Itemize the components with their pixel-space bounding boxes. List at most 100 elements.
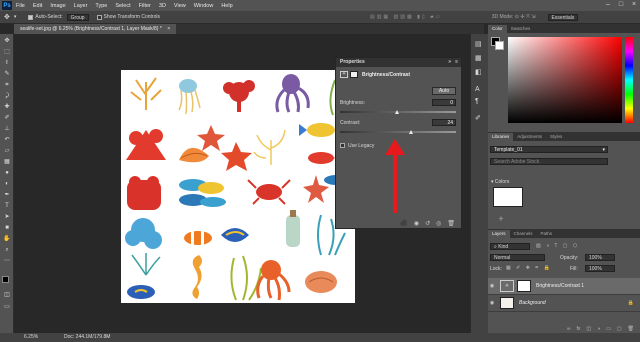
mask-icon[interactable] (350, 71, 358, 78)
tab-styles[interactable]: Styles (546, 133, 566, 141)
trash-icon[interactable]: 🗑 (447, 220, 455, 227)
contrast-field[interactable]: 24 (432, 119, 456, 126)
gradient-tool-icon[interactable]: ▦ (3, 159, 11, 166)
close-tab-icon[interactable]: × (167, 26, 170, 32)
opacity-field[interactable]: 100% (585, 254, 615, 261)
history-panel-icon[interactable]: ▤ (475, 40, 482, 48)
contrast-slider-thumb[interactable] (409, 130, 413, 134)
blur-tool-icon[interactable]: ● (3, 170, 11, 177)
history-brush-tool-icon[interactable]: ↶ (3, 137, 11, 144)
move-tool-icon[interactable]: ✥ (3, 38, 11, 45)
menu-layer[interactable]: Layer (74, 3, 88, 9)
workspace-dropdown[interactable]: Essentials (547, 13, 579, 21)
menu-type[interactable]: Type (95, 3, 107, 9)
menu-help[interactable]: Help (221, 3, 232, 9)
character-panel-icon[interactable]: A (475, 86, 480, 93)
menu-edit[interactable]: Edit (33, 3, 42, 9)
maximize-icon[interactable]: □ (617, 1, 625, 9)
document-tab[interactable]: sealife-set.jpg @ 6.25% (Brightness/Cont… (14, 24, 177, 34)
tab-layers[interactable]: Layers (488, 230, 510, 238)
brush-tool-icon[interactable]: ✐ (3, 115, 11, 122)
zoom-level[interactable]: 6.25% (24, 333, 38, 342)
color-field[interactable] (508, 37, 622, 123)
brush-panel-icon[interactable]: ✐ (475, 114, 481, 122)
layer-filter-dropdown[interactable]: ⌕ Kind (490, 243, 530, 250)
chevron-down-icon[interactable]: ▾ (14, 14, 17, 20)
hand-tool-icon[interactable]: ✋ (3, 236, 11, 243)
menu-window[interactable]: Window (194, 3, 214, 9)
fill-field[interactable]: 100% (585, 265, 615, 272)
layer-row[interactable]: ◉ Background 🔒 (488, 295, 640, 312)
adjustments-panel-icon[interactable]: ◧ (475, 68, 482, 76)
menu-image[interactable]: Image (50, 3, 65, 9)
add-mask-icon[interactable]: ◫ (586, 326, 591, 332)
hue-slider[interactable] (625, 37, 633, 123)
colors-group-label[interactable]: ▾ Colors (491, 179, 509, 185)
eye-icon[interactable]: ◉ (488, 300, 496, 306)
collapse-icon[interactable]: » (448, 58, 451, 67)
crop-tool-icon[interactable]: ⌗ (3, 82, 11, 89)
rectangle-tool-icon[interactable]: ■ (3, 225, 11, 232)
contrast-slider[interactable] (340, 131, 456, 133)
stamp-tool-icon[interactable]: ⊥ (3, 126, 11, 133)
layer-name[interactable]: Brightness/Contrast 1 (536, 283, 584, 289)
move-tool-icon[interactable]: ✥ (4, 13, 10, 21)
align-icons[interactable]: ▤▥▦ ▧▨▩ ▮▯ ▰▱ (370, 14, 442, 20)
panel-menu-icon[interactable]: ≡ (455, 58, 458, 67)
lasso-tool-icon[interactable]: ℓ (3, 60, 11, 67)
reset-icon[interactable]: ↺ (425, 220, 430, 227)
library-search-input[interactable]: Search Adobe Stock (490, 158, 608, 165)
use-legacy-checkbox[interactable] (340, 143, 345, 148)
properties-panel-icon[interactable]: ▦ (475, 54, 482, 62)
blend-mode-dropdown[interactable]: Normal (490, 254, 545, 261)
auto-button[interactable]: Auto (432, 87, 456, 95)
new-group-icon[interactable]: ▭ (606, 326, 611, 332)
new-layer-icon[interactable]: ▢ (617, 326, 622, 332)
library-color-swatch[interactable] (493, 187, 523, 207)
path-select-tool-icon[interactable]: ➤ (3, 214, 11, 221)
eyedropper-tool-icon[interactable]: ⤸ (3, 93, 11, 100)
paragraph-panel-icon[interactable]: ¶ (475, 98, 479, 105)
healing-tool-icon[interactable]: ✚ (3, 104, 11, 111)
view-previous-icon[interactable]: ◉ (414, 220, 419, 227)
brightness-slider-thumb[interactable] (395, 110, 399, 114)
eye-icon[interactable]: ◉ (488, 283, 496, 289)
zoom-tool-icon[interactable]: ⌕ (3, 247, 11, 254)
tab-color[interactable]: Color (488, 25, 507, 33)
library-dropdown[interactable]: Template_01 ▾ (490, 146, 608, 153)
screen-mode-icon[interactable]: ▭ (3, 304, 11, 311)
menu-view[interactable]: View (174, 3, 186, 9)
marquee-tool-icon[interactable]: ⬚ (3, 49, 11, 56)
tab-libraries[interactable]: Libraries (488, 133, 514, 141)
new-adjustment-icon[interactable]: ◑ (597, 326, 600, 332)
document-canvas[interactable] (121, 70, 355, 303)
tab-channels[interactable]: Channels (510, 230, 537, 238)
trash-icon[interactable]: 🗑 (628, 326, 634, 332)
visibility-icon[interactable]: ◎ (436, 220, 441, 227)
menu-file[interactable]: File (16, 3, 25, 9)
transform-controls-checkbox[interactable] (96, 14, 102, 20)
quick-select-tool-icon[interactable]: ✎ (3, 71, 11, 78)
layer-mask-thumbnail[interactable] (517, 280, 531, 292)
type-tool-icon[interactable]: T (3, 203, 11, 210)
3d-mode-icons[interactable]: 3D Mode: ⊙ ✢ ⤧ ⇲ (492, 14, 536, 20)
more-tools-icon[interactable]: ⋯ (3, 258, 11, 265)
tab-adjustments[interactable]: Adjustments (513, 133, 546, 141)
chevron-right-icon[interactable]: › (106, 333, 108, 342)
brightness-field[interactable]: 0 (432, 99, 456, 106)
layer-row[interactable]: ◉ ☀ Brightness/Contrast 1 (488, 278, 640, 295)
layer-name[interactable]: Background (519, 300, 546, 306)
menu-select[interactable]: Select (115, 3, 130, 9)
menu-filter[interactable]: Filter (139, 3, 151, 9)
auto-select-dropdown[interactable]: Group (66, 13, 89, 21)
background-color-swatch[interactable] (495, 41, 504, 50)
fx-icon[interactable]: fx (577, 326, 581, 332)
menu-3d[interactable]: 3D (159, 3, 166, 9)
clip-to-layer-icon[interactable]: ⬛ (400, 220, 407, 227)
pen-tool-icon[interactable]: ✒ (3, 192, 11, 199)
dodge-tool-icon[interactable]: ◐ (3, 181, 11, 188)
add-to-library-icon[interactable]: ＋ (498, 214, 504, 223)
link-layers-icon[interactable]: ∞ (567, 326, 571, 332)
close-icon[interactable]: × (630, 1, 638, 9)
eraser-tool-icon[interactable]: ▱ (3, 148, 11, 155)
